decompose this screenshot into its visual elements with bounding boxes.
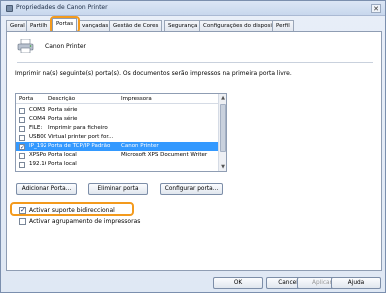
port-row-selected[interactable]: IP_192... Porta de TCP/IP Padrão Canon P… bbox=[16, 142, 219, 152]
column-header-printer[interactable]: Impressora bbox=[121, 96, 152, 102]
pooling-checkbox[interactable] bbox=[19, 218, 26, 225]
port-row[interactable]: 192.16... Porta local bbox=[16, 160, 219, 169]
port-description: Porta local bbox=[48, 161, 77, 167]
port-name: 192.16... bbox=[29, 161, 46, 167]
port-row[interactable]: COM3: Porta série bbox=[16, 106, 219, 115]
tab-color-management[interactable]: Gestão de Cores bbox=[109, 20, 163, 31]
tab-profile[interactable]: Perfil bbox=[272, 20, 294, 31]
tab-advanced[interactable]: vançadas bbox=[78, 20, 113, 31]
window-title: Propriedades de Canon Printer bbox=[16, 4, 108, 11]
port-description: Virtual printer port for... bbox=[48, 134, 114, 140]
scroll-up-icon[interactable]: ▲ bbox=[219, 94, 226, 102]
port-name: FILE: bbox=[29, 125, 43, 131]
column-header-description[interactable]: Descrição bbox=[48, 96, 75, 102]
port-description: Porta local bbox=[48, 152, 77, 158]
port-checkbox[interactable] bbox=[19, 143, 25, 152]
configure-port-button[interactable]: Configurar porta... bbox=[160, 183, 223, 195]
port-row[interactable]: COM4: Porta série bbox=[16, 115, 219, 124]
port-checkbox[interactable] bbox=[19, 108, 25, 114]
port-printer: Canon Printer bbox=[121, 143, 159, 149]
list-header: Porta Descrição Impressora bbox=[16, 94, 219, 104]
port-description: Porta série bbox=[48, 116, 78, 122]
port-checkbox[interactable] bbox=[19, 162, 25, 168]
ports-panel: Canon Printer Imprimir na(s) seguinte(s)… bbox=[6, 31, 382, 271]
ok-button[interactable]: OK bbox=[213, 277, 263, 289]
tab-strip: Geral Partilh Portas vançadas Gestão de … bbox=[6, 18, 382, 31]
bidirectional-highlight bbox=[10, 202, 134, 216]
port-list[interactable]: Porta Descrição Impressora COM3: Porta s… bbox=[15, 93, 227, 172]
column-header-port[interactable]: Porta bbox=[19, 96, 33, 102]
port-description: Porta série bbox=[48, 107, 78, 113]
printer-name: Canon Printer bbox=[45, 43, 87, 50]
port-checkbox[interactable] bbox=[19, 117, 25, 123]
title-bar[interactable]: Propriedades de Canon Printer ✕ bbox=[1, 1, 385, 16]
pooling-option[interactable]: Activar agrupamento de impressoras bbox=[15, 217, 165, 226]
tab-sharing[interactable]: Partilh bbox=[26, 20, 52, 31]
port-name: COM3: bbox=[29, 107, 46, 113]
tab-security[interactable]: Segurança bbox=[164, 20, 202, 31]
scroll-down-icon[interactable]: ▼ bbox=[219, 163, 226, 171]
port-row[interactable]: USB001 Virtual printer port for... bbox=[16, 133, 219, 142]
pooling-label[interactable]: Activar agrupamento de impressoras bbox=[29, 217, 140, 226]
close-button[interactable]: ✕ bbox=[371, 4, 381, 13]
help-button[interactable]: Ajuda bbox=[331, 277, 381, 289]
port-checkbox[interactable] bbox=[19, 135, 25, 141]
properties-window: Propriedades de Canon Printer ✕ Geral Pa… bbox=[0, 0, 386, 293]
port-checkbox[interactable] bbox=[19, 153, 25, 159]
instruction-text: Imprimir na(s) seguinte(s) porta(s). Os … bbox=[15, 70, 292, 77]
add-port-button[interactable]: Adicionar Porta... bbox=[16, 183, 77, 195]
port-name: USB001 bbox=[29, 134, 46, 140]
list-scrollbar[interactable]: ▲ ▼ bbox=[218, 94, 226, 171]
delete-port-button[interactable]: Eliminar porta bbox=[88, 183, 148, 195]
port-description: Imprimir para ficheiro bbox=[48, 125, 108, 131]
tab-ports[interactable]: Portas bbox=[52, 18, 78, 31]
port-name: COM4: bbox=[29, 116, 46, 122]
divider bbox=[17, 62, 373, 63]
port-name: XPSPort: bbox=[29, 152, 46, 158]
port-row[interactable]: FILE: Imprimir para ficheiro bbox=[16, 124, 219, 133]
port-description: Porta de TCP/IP Padrão bbox=[48, 143, 111, 149]
port-checkbox[interactable] bbox=[19, 126, 25, 132]
port-name: IP_192... bbox=[29, 143, 46, 149]
port-printer: Microsoft XPS Document Writer bbox=[121, 152, 208, 158]
printer-icon bbox=[6, 5, 13, 12]
port-row[interactable]: XPSPort: Porta local Microsoft XPS Docum… bbox=[16, 151, 219, 160]
scroll-thumb[interactable] bbox=[220, 104, 226, 152]
printer-icon bbox=[17, 39, 34, 53]
